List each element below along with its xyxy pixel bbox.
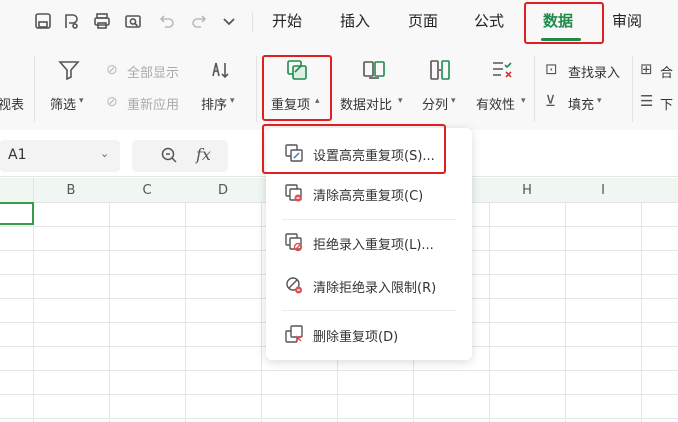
menu-item-clear-highlight-duplicates[interactable]: 清除高亮重复项(C): [266, 176, 472, 210]
column-header-h[interactable]: H: [517, 183, 537, 198]
sort-button[interactable]: 排序: [201, 94, 227, 113]
menu-item-label: 清除高亮重复项(C): [313, 189, 424, 204]
find-entry-icon: ⊡: [545, 60, 558, 78]
fill-button[interactable]: 填充: [568, 94, 594, 113]
toolbar-divider: [252, 12, 253, 32]
function-tools: [132, 140, 228, 172]
menu-item-label: 清除拒绝录入限制(R): [313, 281, 437, 296]
ribbon-divider: [256, 56, 257, 122]
filter-button[interactable]: 筛选: [50, 94, 76, 113]
reapply-button[interactable]: 重新应用: [127, 94, 179, 113]
validity-button[interactable]: 有效性: [476, 94, 515, 113]
validity-icon[interactable]: [490, 58, 514, 86]
menu-item-label: 拒绝录入重复项(L)...: [313, 238, 434, 253]
chevron-down-icon[interactable]: ▾: [398, 96, 403, 106]
clear-highlight-icon: [284, 183, 304, 203]
menu-item-highlight: [262, 124, 446, 174]
data-tab-highlight: [524, 2, 604, 44]
column-header-c[interactable]: C: [137, 183, 157, 198]
print-icon[interactable]: [93, 12, 111, 30]
chevron-down-icon[interactable]: ▾: [521, 96, 526, 106]
data-compare-icon[interactable]: [362, 58, 386, 86]
merge-button[interactable]: 合: [660, 62, 673, 81]
menu-item-clear-reject-restriction[interactable]: 清除拒绝录入限制(R): [266, 268, 472, 302]
menu-item-delete-duplicates[interactable]: 删除重复项(D): [266, 317, 472, 351]
print-preview-icon[interactable]: [124, 12, 142, 30]
down-button[interactable]: 下: [660, 94, 673, 113]
column-header-d[interactable]: D: [213, 183, 233, 198]
delete-duplicates-icon: [284, 324, 304, 344]
header-divider: [33, 178, 34, 202]
tab-review[interactable]: 审阅: [612, 10, 642, 31]
tab-page[interactable]: 页面: [408, 10, 438, 31]
tab-home[interactable]: 开始: [272, 10, 302, 31]
cell-reference: A1: [8, 147, 27, 163]
insert-function-icon[interactable]: fx: [196, 145, 211, 164]
show-all-icon: ⊘: [106, 62, 118, 78]
redo-icon[interactable]: [190, 12, 208, 30]
chevron-down-icon[interactable]: ▾: [230, 96, 235, 106]
menu-item-label: 删除重复项(D): [313, 330, 399, 345]
menu-item-reject-duplicates[interactable]: 拒绝录入重复项(L)...: [266, 225, 472, 259]
pivot-table-label[interactable]: 视表: [0, 94, 24, 113]
filter-icon[interactable]: [57, 58, 81, 86]
undo-icon[interactable]: [158, 12, 176, 30]
split-columns-icon[interactable]: [428, 58, 452, 86]
chevron-down-icon[interactable]: ▾: [597, 96, 602, 106]
data-compare-button[interactable]: 数据对比: [340, 94, 392, 113]
find-entry-button[interactable]: 查找录入: [568, 62, 620, 81]
chevron-down-icon[interactable]: [220, 12, 238, 30]
ribbon-divider: [34, 56, 35, 122]
merge-icon: ⊞: [640, 60, 653, 78]
tab-insert[interactable]: 插入: [340, 10, 370, 31]
menu-divider: [282, 219, 456, 220]
column-header-b[interactable]: B: [61, 183, 81, 198]
duplicates-highlight: [262, 55, 332, 121]
chevron-down-icon[interactable]: ▾: [451, 96, 456, 106]
pdf-export-icon[interactable]: [62, 12, 80, 30]
fill-icon: ⊻: [545, 92, 556, 110]
down-icon: ☰: [640, 92, 654, 110]
ribbon-divider: [534, 56, 535, 122]
reject-duplicates-icon: [284, 232, 304, 252]
zoom-formula-icon[interactable]: [160, 146, 178, 164]
selected-cell[interactable]: [0, 202, 34, 225]
duplicates-dropdown-menu: 设置高亮重复项(S)... 清除高亮重复项(C) 拒绝录入重复项(L)... 清…: [262, 124, 472, 360]
ribbon: [0, 44, 678, 130]
column-header-i[interactable]: I: [593, 183, 613, 198]
menu-divider: [282, 310, 456, 311]
reapply-icon: ⊘: [106, 94, 118, 110]
tab-formulas[interactable]: 公式: [474, 10, 504, 31]
chevron-down-icon[interactable]: ⌄: [100, 147, 109, 160]
ribbon-divider: [632, 56, 633, 122]
chevron-down-icon[interactable]: ▾: [79, 96, 84, 106]
show-all-button[interactable]: 全部显示: [127, 62, 179, 81]
clear-restriction-icon: [284, 275, 304, 295]
split-button[interactable]: 分列: [422, 94, 448, 113]
save-icon[interactable]: [34, 12, 52, 30]
sort-icon[interactable]: [208, 58, 232, 86]
